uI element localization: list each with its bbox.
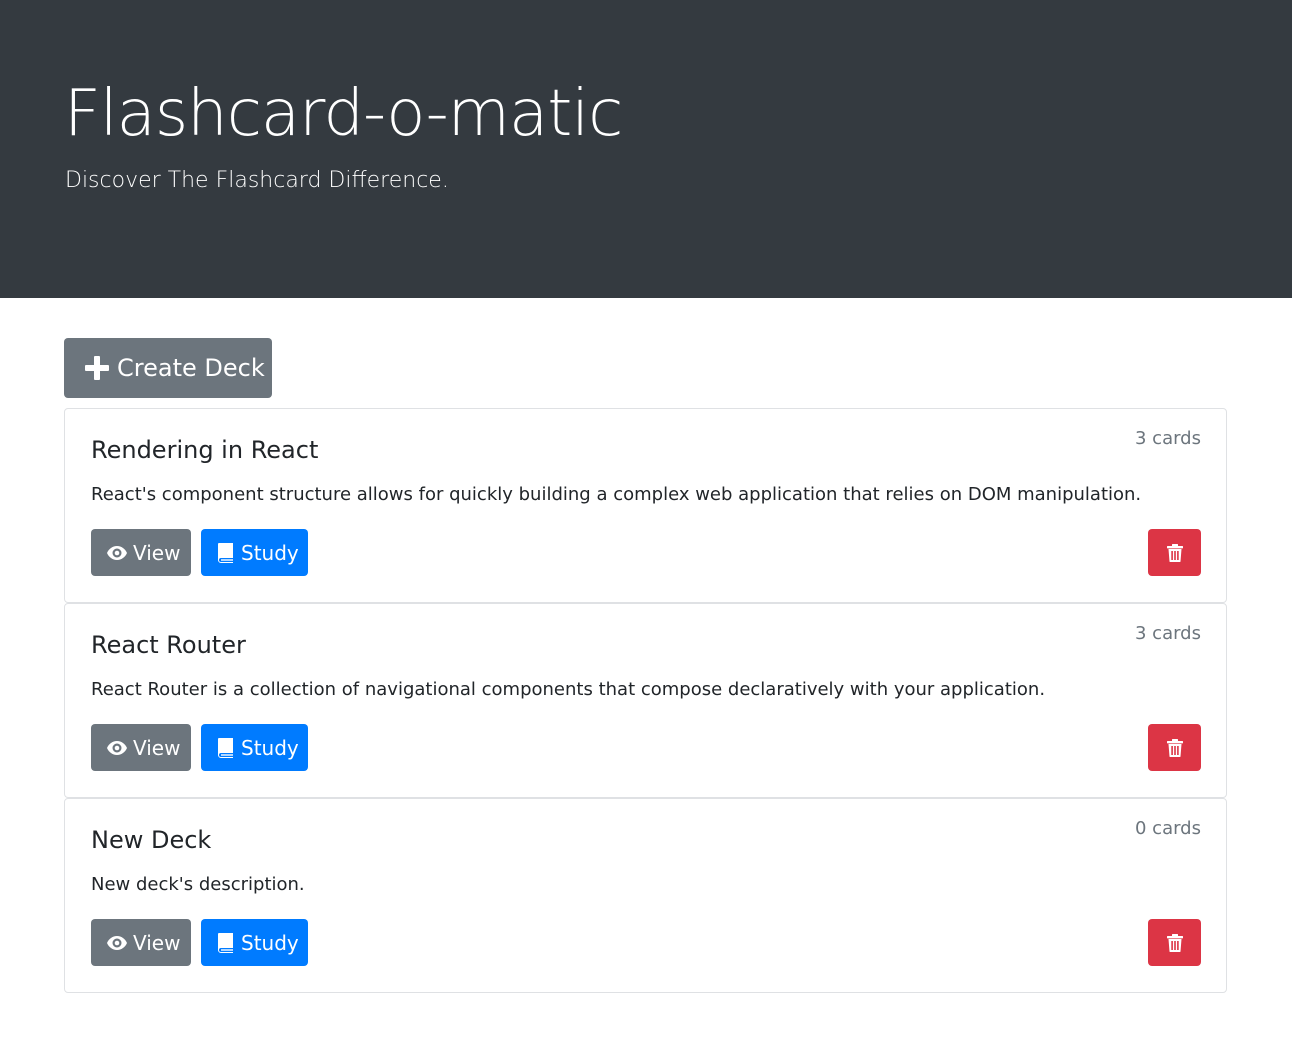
- deck-description: React's component structure allows for q…: [91, 484, 1142, 505]
- create-deck-label: Create Deck: [117, 354, 265, 382]
- eye-icon: [107, 935, 127, 950]
- view-label: View: [133, 735, 181, 760]
- study-label: Study: [241, 540, 299, 565]
- deck-card: New Deck 0 cards New deck's description.…: [64, 798, 1227, 993]
- deck-card: React Router 3 cards React Router is a c…: [64, 603, 1227, 798]
- deck-card-count: 0 cards: [1135, 818, 1201, 839]
- trash-icon: [1166, 543, 1183, 562]
- view-deck-button[interactable]: View: [91, 919, 191, 966]
- book-icon: [218, 932, 233, 953]
- study-label: Study: [241, 930, 299, 955]
- deck-name: New Deck: [91, 826, 212, 854]
- delete-deck-button[interactable]: [1148, 919, 1201, 966]
- jumbotron-header: Flashcard-o-matic Discover The Flashcard…: [0, 0, 1292, 298]
- view-label: View: [133, 930, 181, 955]
- deck-card-count: 3 cards: [1135, 428, 1201, 449]
- delete-deck-button[interactable]: [1148, 724, 1201, 771]
- trash-icon: [1166, 738, 1183, 757]
- deck-description: New deck's description.: [91, 874, 305, 895]
- deck-card: Rendering in React 3 cards React's compo…: [64, 408, 1227, 603]
- create-deck-button[interactable]: Create Deck: [64, 338, 272, 398]
- study-deck-button[interactable]: Study: [201, 919, 308, 966]
- view-label: View: [133, 540, 181, 565]
- app-subtitle: Discover The Flashcard Difference.: [65, 168, 449, 193]
- eye-icon: [107, 740, 127, 755]
- deck-name: React Router: [91, 631, 246, 659]
- eye-icon: [107, 545, 127, 560]
- study-deck-button[interactable]: Study: [201, 724, 308, 771]
- view-deck-button[interactable]: View: [91, 724, 191, 771]
- delete-deck-button[interactable]: [1148, 529, 1201, 576]
- deck-name: Rendering in React: [91, 436, 319, 464]
- plus-icon: [85, 356, 109, 380]
- study-deck-button[interactable]: Study: [201, 529, 308, 576]
- view-deck-button[interactable]: View: [91, 529, 191, 576]
- study-label: Study: [241, 735, 299, 760]
- book-icon: [218, 737, 233, 758]
- book-icon: [218, 542, 233, 563]
- deck-card-count: 3 cards: [1135, 623, 1201, 644]
- trash-icon: [1166, 933, 1183, 952]
- deck-description: React Router is a collection of navigati…: [91, 679, 1046, 700]
- app-title: Flashcard-o-matic: [64, 77, 623, 151]
